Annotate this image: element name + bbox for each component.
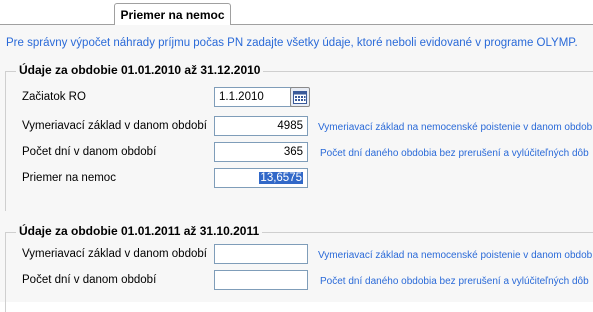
days-label: Počet dní v danom období [22,146,157,158]
avg-input[interactable]: 13,6575 [214,168,308,188]
calendar-button[interactable] [290,87,310,107]
base2-input[interactable] [214,244,308,264]
base-label: Vymeriavací základ v danom období [22,120,207,132]
avg-label: Priemer na nemoc [22,172,116,184]
base2-label: Vymeriavací základ v danom období [22,248,207,260]
form-panel: Pre správny výpočet náhrady príjmu počas… [0,25,593,312]
days2-label: Počet dní v danom období [22,274,157,286]
start-label: Začiatok RO [22,91,86,103]
period1-title: Údaje za obdobie 01.01.2010 až 31.12.201… [16,63,264,77]
days2-hint: Počet dní daného obdobia bez prerušení a… [320,276,589,287]
base-hint: Vymeriavací základ na nemocenské poisten… [318,122,593,133]
intro-text: Pre správny výpočet náhrady príjmu počas… [6,37,578,49]
tab-strip: Priemer na nemoc [0,0,593,27]
period2-title: Údaje za obdobie 01.01.2011 až 31.10.201… [16,224,263,238]
base-input[interactable] [214,116,308,136]
calendar-icon [293,91,307,104]
base2-hint: Vymeriavací základ na nemocenské poisten… [318,250,593,261]
days-input[interactable] [214,142,308,162]
avg-value-selected: 13,6575 [259,172,303,184]
days-hint: Počet dní daného obdobia bez prerušení a… [320,148,589,159]
days2-input[interactable] [214,270,308,290]
tab-priemer-na-nemoc[interactable]: Priemer na nemoc [114,3,231,27]
tab-label: Priemer na nemoc [120,8,225,22]
